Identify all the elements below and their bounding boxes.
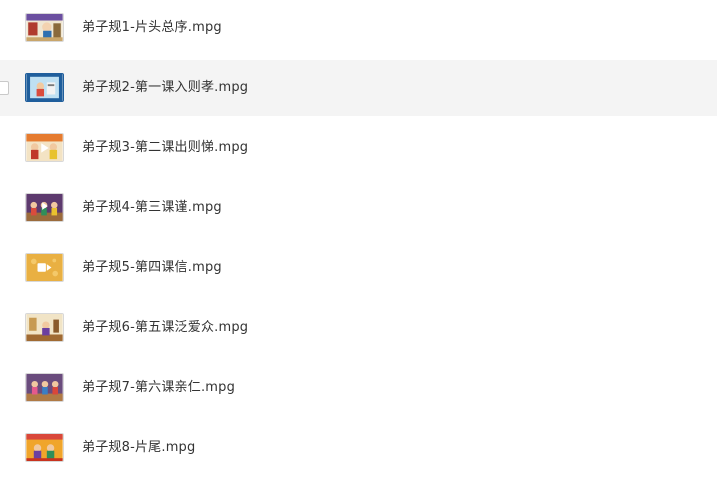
file-row[interactable]: 弟子规8-片尾.mpg: [0, 420, 717, 476]
file-name[interactable]: 弟子规8-片尾.mpg: [82, 439, 195, 457]
file-row[interactable]: 弟子规2-第一课入则孝.mpg: [0, 60, 717, 116]
row-checkbox[interactable]: [0, 81, 9, 95]
file-name[interactable]: 弟子规6-第五课泛爱众.mpg: [82, 319, 248, 337]
video-thumbnail-icon: [25, 193, 64, 222]
file-row[interactable]: 弟子规6-第五课泛爱众.mpg: [0, 300, 717, 356]
video-thumbnail-icon: [25, 373, 64, 402]
file-row[interactable]: 弟子规4-第三课谨.mpg: [0, 180, 717, 236]
video-thumbnail-icon: [25, 253, 64, 282]
file-name[interactable]: 弟子规7-第六课亲仁.mpg: [82, 379, 235, 397]
file-name[interactable]: 弟子规5-第四课信.mpg: [82, 259, 222, 277]
video-thumbnail-icon: [25, 313, 64, 342]
file-name[interactable]: 弟子规2-第一课入则孝.mpg: [82, 79, 248, 97]
file-row[interactable]: 弟子规5-第四课信.mpg: [0, 240, 717, 296]
video-thumbnail-icon: [25, 13, 64, 42]
video-thumbnail-icon: [25, 133, 64, 162]
file-name[interactable]: 弟子规1-片头总序.mpg: [82, 19, 222, 37]
file-row[interactable]: 弟子规3-第二课出则悌.mpg: [0, 120, 717, 176]
video-thumbnail-icon: [25, 73, 64, 102]
file-list: 弟子规1-片头总序.mpg 弟子规2-第一课入则孝.mpg 弟子规3-第二课出则…: [0, 0, 717, 480]
file-row[interactable]: 弟子规1-片头总序.mpg: [0, 0, 717, 56]
file-row[interactable]: 弟子规7-第六课亲仁.mpg: [0, 360, 717, 416]
file-name[interactable]: 弟子规3-第二课出则悌.mpg: [82, 139, 248, 157]
video-thumbnail-icon: [25, 433, 64, 462]
file-name[interactable]: 弟子规4-第三课谨.mpg: [82, 199, 222, 217]
